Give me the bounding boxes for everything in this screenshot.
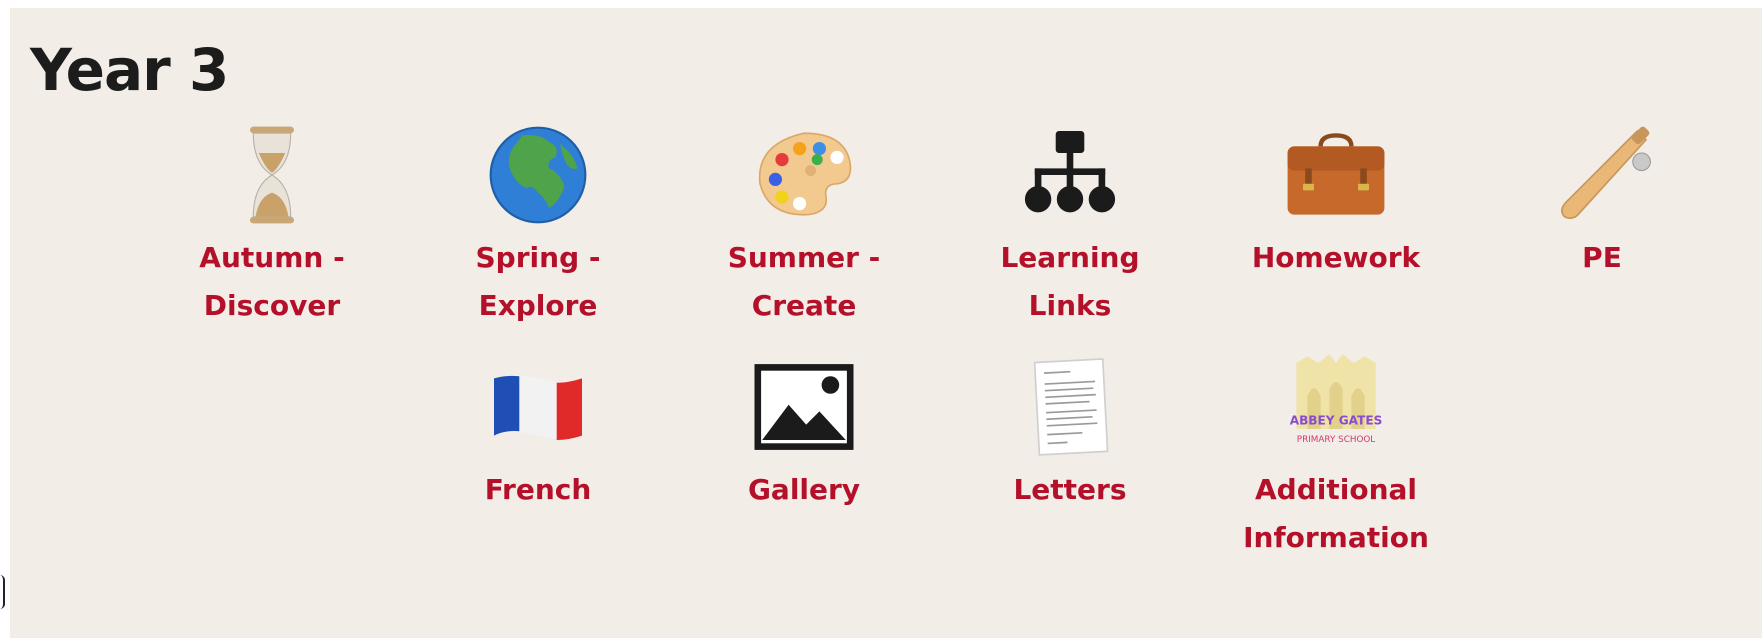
- image-icon: [754, 364, 854, 450]
- tile-label: Learning Links: [1000, 241, 1140, 322]
- tile-label: PE: [1582, 241, 1622, 274]
- letter-document-icon: [1033, 358, 1109, 456]
- tile-label: Additional Information: [1243, 473, 1429, 554]
- tile-label: Summer - Create: [727, 241, 881, 322]
- tile-label: Spring - Explore: [475, 241, 601, 322]
- paint-palette-icon: [758, 132, 852, 216]
- globe-icon: [489, 126, 587, 224]
- tile-summer-create[interactable]: Summer - Create: [694, 120, 914, 330]
- cricket-bat-icon: [1560, 126, 1651, 220]
- tile-learning-links[interactable]: Learning Links: [960, 120, 1180, 330]
- tile-label: Homework: [1251, 241, 1421, 274]
- sitemap-icon: [1024, 131, 1116, 213]
- logo-text-top: ABBEY GATES: [1290, 414, 1383, 428]
- tile-label: Gallery: [747, 473, 861, 506]
- edge-fragment: [0, 575, 5, 609]
- tile-label: Letters: [1013, 473, 1127, 506]
- briefcase-icon: [1287, 133, 1385, 215]
- tile-pe[interactable]: PE: [1492, 120, 1712, 282]
- page-title: Year 3: [30, 36, 229, 104]
- tile-label: Autumn - Discover: [199, 241, 345, 322]
- tile-label: French: [484, 473, 592, 506]
- logo-text-bottom: PRIMARY SCHOOL: [1297, 435, 1376, 445]
- school-logo-icon: ABBEY GATES PRIMARY SCHOOL: [1290, 354, 1383, 445]
- content-panel: Year 3 Autumn - Discover Spring - Explor…: [10, 8, 1762, 638]
- tile-additional-information[interactable]: ABBEY GATES PRIMARY SCHOOL Additional In…: [1226, 352, 1446, 562]
- french-flag-icon: [494, 375, 582, 440]
- hourglass-icon: [250, 126, 294, 224]
- tile-french[interactable]: French: [428, 352, 648, 514]
- tile-homework[interactable]: Homework: [1226, 120, 1446, 282]
- tile-letters[interactable]: Letters: [960, 352, 1180, 514]
- tile-autumn-discover[interactable]: Autumn - Discover: [162, 120, 382, 330]
- tile-spring-explore[interactable]: Spring - Explore: [428, 120, 648, 330]
- tile-gallery[interactable]: Gallery: [694, 352, 914, 514]
